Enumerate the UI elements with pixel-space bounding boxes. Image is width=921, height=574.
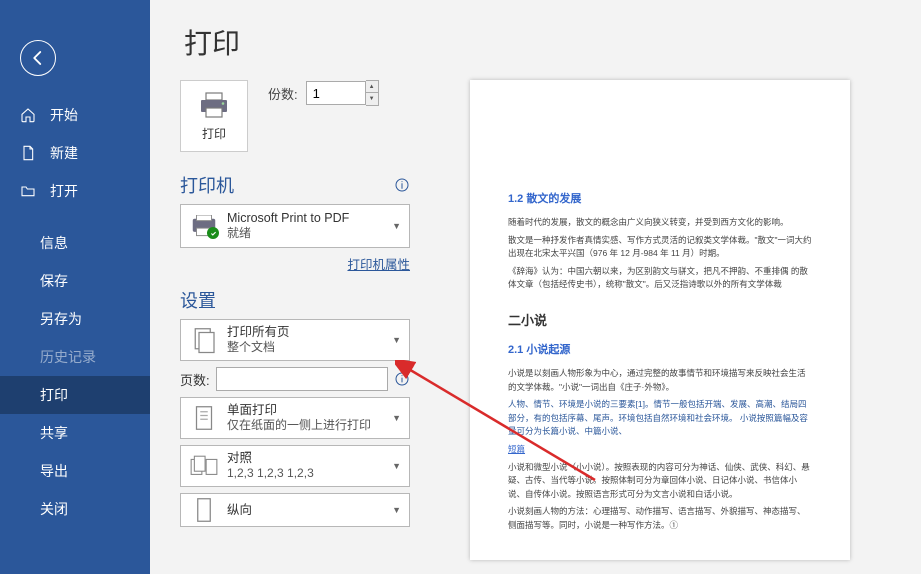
info-icon[interactable] — [394, 177, 410, 193]
pages-label: 页数: — [180, 370, 210, 389]
copies-input[interactable] — [306, 81, 366, 105]
collate-select[interactable]: 对照 1,2,3 1,2,3 1,2,3 ▼ — [180, 445, 410, 487]
collate-sub: 1,2,3 1,2,3 1,2,3 — [227, 466, 388, 482]
chevron-down-icon: ▼ — [392, 335, 401, 345]
preview-paragraph: 人物、情节、环境是小说的三要素[1]。情节一般包括开端、发展、高潮、结局四部分，… — [508, 398, 812, 439]
scope-main: 打印所有页 — [227, 324, 388, 340]
info-icon[interactable] — [394, 371, 410, 387]
nav-label: 打开 — [50, 181, 78, 201]
nav-label: 开始 — [50, 105, 78, 125]
printer-section-title: 打印机 — [180, 172, 234, 198]
printer-properties-link[interactable]: 打印机属性 — [347, 258, 410, 272]
nav-label: 信息 — [40, 233, 68, 253]
print-settings-column: 打印 份数: ▲ ▼ 打印机 — [180, 80, 410, 560]
print-panel: 打印 打印 份数: ▲ ▼ — [150, 0, 921, 574]
preview-heading-12: 1.2 散文的发展 — [508, 190, 812, 206]
nav-label: 历史记录 — [40, 347, 96, 367]
page-title: 打印 — [184, 22, 891, 62]
preview-paragraph: 散文是一种抒发作者真情实感、写作方式灵活的记叙类文学体裁。"散文"一词大约出现在… — [508, 234, 812, 261]
nav-label: 新建 — [50, 143, 78, 163]
pages-icon — [189, 325, 219, 355]
nav-info[interactable]: 信息 — [0, 224, 150, 262]
nav-new[interactable]: 新建 — [0, 134, 150, 172]
page-preview: 1.2 散文的发展 随着时代的发展，散文的概念由广义向狭义转变，并受到西方文化的… — [470, 80, 850, 560]
nav-label: 另存为 — [40, 309, 82, 329]
chevron-down-icon: ▼ — [392, 221, 401, 231]
nav-close[interactable]: 关闭 — [0, 490, 150, 528]
preview-paragraph: 短篇 — [508, 443, 812, 457]
nav-home[interactable]: 开始 — [0, 96, 150, 134]
printer-status: 就绪 — [227, 226, 388, 242]
printer-ready-badge-icon — [207, 227, 219, 239]
preview-paragraph: 小说是以刻画人物形象为中心，通过完整的故事情节和环境描写来反映社会生活的文学体裁… — [508, 367, 812, 394]
nav-open[interactable]: 打开 — [0, 172, 150, 210]
preview-paragraph: 小说刻画人物的方法：心理描写、动作描写、语言描写、外貌描写、神态描写、侧面描写等… — [508, 505, 812, 532]
single-side-icon — [189, 403, 219, 433]
spin-down-icon[interactable]: ▼ — [366, 93, 378, 105]
nav-print[interactable]: 打印 — [0, 376, 150, 414]
nav-history: 历史记录 — [0, 338, 150, 376]
nav-save[interactable]: 保存 — [0, 262, 150, 300]
portrait-icon — [189, 495, 219, 525]
nav-label: 共享 — [40, 423, 68, 443]
nav-share[interactable]: 共享 — [0, 414, 150, 452]
home-icon — [20, 107, 36, 123]
nav-label: 保存 — [40, 271, 68, 291]
sides-main: 单面打印 — [227, 402, 388, 418]
chevron-down-icon: ▼ — [392, 413, 401, 423]
scope-sub: 整个文档 — [227, 340, 388, 356]
print-button[interactable]: 打印 — [180, 80, 248, 152]
printer-select[interactable]: Microsoft Print to PDF 就绪 ▼ — [180, 204, 410, 248]
orientation-select[interactable]: 纵向 ▼ — [180, 493, 410, 527]
back-arrow-icon — [29, 49, 47, 67]
preview-heading-21: 2.1 小说起源 — [508, 341, 812, 357]
backstage-sidebar: 开始 新建 打开 信息 保存 另存为 历史记录 打印 共享 导出 关闭 — [0, 0, 150, 574]
nav-label: 关闭 — [40, 499, 68, 519]
preview-paragraph: 小说和微型小说（小小说）。按照表现的内容可分为神话、仙侠、武侠、科幻、悬疑、古传… — [508, 461, 812, 502]
open-folder-icon — [20, 183, 36, 199]
preview-paragraph: 随着时代的发展，散文的概念由广义向狭义转变，并受到西方文化的影响。 — [508, 216, 812, 230]
nav-save-as[interactable]: 另存为 — [0, 300, 150, 338]
nav-export[interactable]: 导出 — [0, 452, 150, 490]
sides-sub: 仅在纸面的一侧上进行打印 — [227, 418, 388, 434]
preview-heading-2: 二小说 — [508, 310, 812, 329]
sides-select[interactable]: 单面打印 仅在纸面的一侧上进行打印 ▼ — [180, 397, 410, 439]
preview-column: 1.2 散文的发展 随着时代的发展，散文的概念由广义向狭义转变，并受到西方文化的… — [470, 80, 891, 560]
nav-label: 导出 — [40, 461, 68, 481]
printer-icon — [198, 91, 230, 119]
print-scope-select[interactable]: 打印所有页 整个文档 ▼ — [180, 319, 410, 361]
settings-section-title: 设置 — [180, 287, 216, 313]
back-button[interactable] — [20, 40, 56, 76]
copies-label: 份数: — [268, 84, 298, 103]
chevron-down-icon: ▼ — [392, 505, 401, 515]
printer-name: Microsoft Print to PDF — [227, 210, 388, 226]
preview-paragraph: 《辞海》认为：中国六朝以来，为区别韵文与骈文，把凡不押韵、不重排偶 的散体文章（… — [508, 265, 812, 292]
copies-spinner[interactable]: ▲ ▼ — [366, 80, 379, 106]
collate-main: 对照 — [227, 450, 388, 466]
orientation-main: 纵向 — [227, 502, 388, 518]
nav-label: 打印 — [40, 385, 68, 405]
chevron-down-icon: ▼ — [392, 461, 401, 471]
copies-control: 份数: ▲ ▼ — [268, 80, 379, 106]
pages-input[interactable] — [216, 367, 388, 391]
collate-icon — [189, 451, 219, 481]
spin-up-icon[interactable]: ▲ — [366, 81, 378, 93]
new-file-icon — [20, 145, 36, 161]
print-button-label: 打印 — [202, 125, 226, 142]
